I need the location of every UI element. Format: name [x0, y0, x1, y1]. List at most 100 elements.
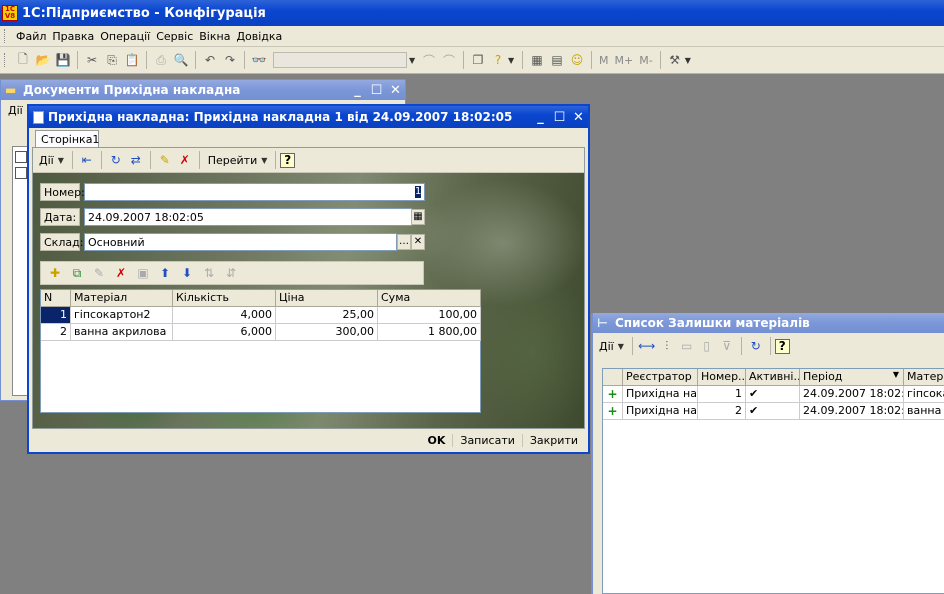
menu-help[interactable]: Довідка	[233, 30, 285, 43]
col-header-material[interactable]: Матеріал	[71, 290, 173, 307]
open-folder-icon[interactable]: 📂	[33, 51, 53, 69]
doclist-actions-button[interactable]: Дії	[8, 104, 23, 117]
cell-active-check[interactable]: ✔	[746, 403, 800, 420]
close-icon[interactable]: ✕	[569, 110, 588, 125]
chevron-down-icon[interactable]: ▼	[508, 56, 518, 65]
cell-sum[interactable]: 1 800,00	[378, 324, 481, 341]
select-ellipsis-button[interactable]: …	[397, 234, 411, 250]
cell-material[interactable]: гіпсокартон2	[71, 307, 173, 324]
move-up-icon[interactable]: ⬆	[154, 264, 176, 282]
date-input[interactable]: 24.09.2007 18:02:05	[84, 208, 412, 226]
toolbar-grip[interactable]	[4, 53, 7, 67]
chevron-down-icon[interactable]: ▼	[409, 56, 419, 65]
minimize-icon[interactable]: _	[348, 83, 367, 98]
cell-registrar[interactable]: Прихідна на...	[623, 403, 698, 420]
number-input[interactable]: 1	[84, 183, 425, 201]
tab-page1[interactable]: Сторінка1	[35, 130, 99, 148]
calendar-icon[interactable]: ▤	[547, 51, 567, 69]
filter-clear-icon[interactable]: ⊽	[717, 337, 737, 355]
undo-icon[interactable]: ↶	[200, 51, 220, 69]
calculator-icon[interactable]: ▦	[527, 51, 547, 69]
redo-icon[interactable]: ↷	[220, 51, 240, 69]
back-icon[interactable]: ⇤	[77, 151, 97, 169]
cell-price[interactable]: 300,00	[276, 324, 378, 341]
table-row[interactable]: 2 ванна акрилова 6,000 300,00 1 800,00	[41, 324, 481, 341]
maximize-icon[interactable]: ☐	[550, 110, 569, 125]
doclist-title-bar[interactable]: ▬ Документи Прихідна накладна _ ☐ ✕	[1, 80, 405, 100]
col-header-n[interactable]: N	[41, 290, 71, 307]
col-header-period[interactable]: Період ▼	[800, 369, 904, 386]
list-mode-icon[interactable]: ▯	[697, 337, 717, 355]
chevron-down-icon[interactable]: ▼	[261, 156, 271, 165]
tools-icon[interactable]: ⚒	[665, 51, 685, 69]
delete-row-icon[interactable]: ✗	[110, 264, 132, 282]
memory-mplus-button[interactable]: M+	[615, 54, 634, 67]
refresh-icon[interactable]: ↻	[746, 337, 766, 355]
cell-number[interactable]: 2	[698, 403, 746, 420]
find-binoculars-icon[interactable]: 👓	[249, 51, 269, 69]
invoice-title-bar[interactable]: Прихідна накладна: Прихідна накладна 1 в…	[29, 106, 588, 128]
table-row[interactable]: + Прихідна на... 1 ✔ 24.09.2007 18:02:05…	[603, 386, 944, 403]
cell-period[interactable]: 24.09.2007 18:02:05	[800, 386, 904, 403]
cell-number[interactable]: 1	[698, 386, 746, 403]
hierarchy-icon[interactable]: ▭	[677, 337, 697, 355]
add-row-icon[interactable]: ✚	[44, 264, 66, 282]
new-document-icon[interactable]: 🗋	[13, 51, 33, 69]
interval-icon[interactable]: ⟷	[637, 337, 657, 355]
cell-price[interactable]: 25,00	[276, 307, 378, 324]
menu-edit[interactable]: Правка	[49, 30, 97, 43]
move-down-icon[interactable]: ⬇	[176, 264, 198, 282]
cell-quantity[interactable]: 6,000	[173, 324, 276, 341]
refresh-icon[interactable]: ↻	[106, 151, 126, 169]
help-1c-icon[interactable]: ?	[488, 51, 508, 69]
col-header-price[interactable]: Ціна	[276, 290, 378, 307]
menu-grip[interactable]	[4, 29, 7, 43]
chevron-down-icon[interactable]: ▼	[58, 156, 68, 165]
minimize-icon[interactable]: _	[531, 110, 550, 125]
search-combo[interactable]	[273, 52, 407, 68]
save-icon[interactable]: 💾	[53, 51, 73, 69]
exchange-icon[interactable]: ⇄	[126, 151, 146, 169]
help-icon[interactable]: ?	[280, 152, 296, 168]
maximize-icon[interactable]: ☐	[367, 83, 386, 98]
cell-active-check[interactable]: ✔	[746, 386, 800, 403]
clear-icon[interactable]: ✕	[411, 234, 425, 250]
post-document-icon[interactable]: ✎	[155, 151, 175, 169]
menu-service[interactable]: Сервіс	[153, 30, 196, 43]
actions-button[interactable]: Дії	[599, 340, 614, 353]
chevron-down-icon[interactable]: ▼	[618, 342, 628, 351]
copy-icon[interactable]: ⎘	[102, 51, 122, 69]
edit-row-icon[interactable]: ✎	[88, 264, 110, 282]
sort-asc-icon[interactable]: ⇅	[198, 264, 220, 282]
cell-sum[interactable]: 100,00	[378, 307, 481, 324]
menu-windows[interactable]: Вікна	[196, 30, 233, 43]
ok-button[interactable]: OK	[421, 434, 453, 447]
cell-material[interactable]: ванна акрилова	[71, 324, 173, 341]
balances-table[interactable]: Реєстратор Номер... Активні... Період ▼ М…	[602, 368, 944, 594]
actions-button[interactable]: Дії	[39, 154, 54, 167]
close-button[interactable]: Закрити	[521, 433, 585, 447]
filter-tree-icon[interactable]: ⫶	[657, 337, 677, 355]
cell-period[interactable]: 24.09.2007 18:02:05	[800, 403, 904, 420]
table-row[interactable]: + Прихідна на... 2 ✔ 24.09.2007 18:02:05…	[603, 403, 944, 420]
table-row[interactable]: 1 гіпсокартон2 4,000 25,00 100,00	[41, 307, 481, 324]
cell-material[interactable]: ванна а	[904, 403, 944, 420]
windows-icon[interactable]: ❐	[468, 51, 488, 69]
cell-quantity[interactable]: 4,000	[173, 307, 276, 324]
memory-mminus-button[interactable]: M-	[639, 54, 652, 67]
cut-icon[interactable]: ✂	[82, 51, 102, 69]
close-icon[interactable]: ✕	[386, 83, 405, 98]
materials-table[interactable]: N Матеріал Кількість Ціна Сума 1 гіпсока…	[40, 289, 481, 413]
goto-button[interactable]: Перейти	[208, 154, 258, 167]
save-button[interactable]: Записати	[452, 433, 521, 447]
cell-n[interactable]: 1	[41, 307, 71, 324]
menu-file[interactable]: Файл	[13, 30, 49, 43]
col-header-number[interactable]: Номер...	[698, 369, 746, 386]
paste-icon[interactable]: 📋	[122, 51, 142, 69]
print-icon[interactable]: ⎙	[151, 51, 171, 69]
unpost-document-icon[interactable]: ✗	[175, 151, 195, 169]
memory-m-button[interactable]: M	[599, 54, 609, 67]
sort-desc-icon[interactable]: ⇵	[220, 264, 242, 282]
balances-title-bar[interactable]: ⊢ Список Залишки матеріалів	[593, 313, 944, 333]
app-title-bar[interactable]: 1С V8 1С:Підприємство - Конфігурація	[0, 0, 944, 26]
